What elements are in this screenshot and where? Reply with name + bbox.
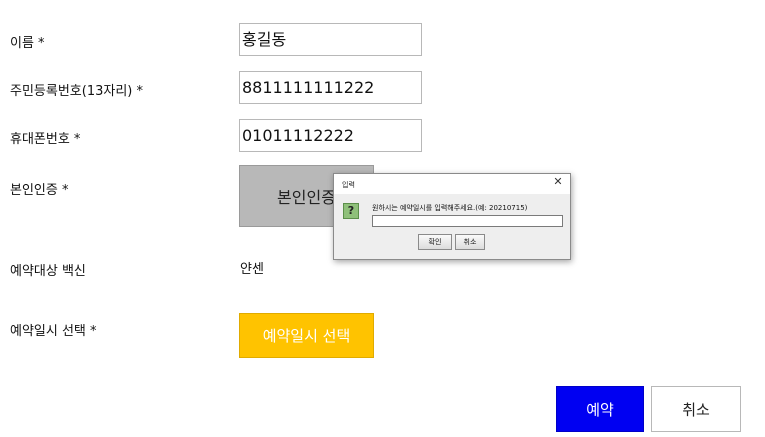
name-label: 이름 * — [10, 36, 45, 51]
input-dialog: 입력 ✕ ? 원하시는 예약일시를 입력해주세요.(예: 20210715) 확… — [333, 173, 571, 260]
reserve-button[interactable]: 예약 — [556, 386, 644, 432]
date-input[interactable] — [372, 215, 563, 227]
vaccine-label: 예약대상 백신 — [10, 264, 86, 279]
rrn-label: 주민등록번호(13자리) * — [10, 84, 143, 99]
reservation-form: 이름 * 주민등록번호(13자리) * 휴대폰번호 * 본인인증 * 본인인증 … — [0, 0, 765, 437]
verify-label: 본인인증 * — [10, 183, 69, 198]
phone-label: 휴대폰번호 * — [10, 132, 81, 147]
name-field[interactable] — [239, 23, 422, 56]
cancel-button[interactable]: 취소 — [651, 386, 741, 432]
dialog-title: 입력 — [342, 181, 355, 189]
rrn-field[interactable] — [239, 71, 422, 104]
select-date-button[interactable]: 예약일시 선택 — [239, 313, 374, 358]
dialog-cancel-button[interactable]: 취소 — [455, 234, 485, 250]
dialog-ok-button[interactable]: 확인 — [418, 234, 452, 250]
date-label: 예약일시 선택 * — [10, 324, 97, 339]
phone-field[interactable] — [239, 119, 422, 152]
close-icon[interactable]: ✕ — [552, 176, 564, 188]
dialog-body: ? 원하시는 예약일시를 입력해주세요.(예: 20210715) 확인 취소 — [334, 194, 570, 259]
vaccine-value: 얀센 — [240, 262, 264, 277]
question-icon: ? — [343, 203, 359, 219]
dialog-message: 원하시는 예약일시를 입력해주세요.(예: 20210715) — [372, 204, 528, 212]
